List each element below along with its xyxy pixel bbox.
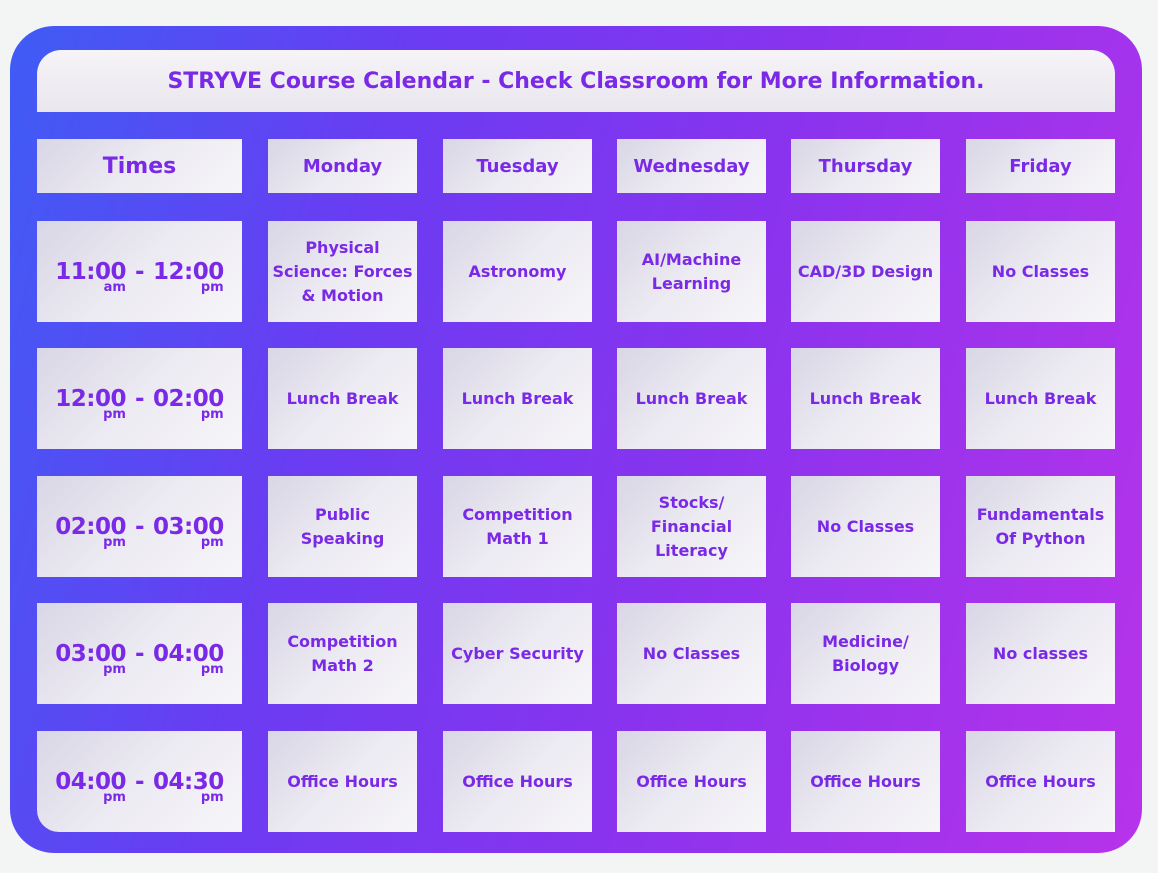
course-cell-tuesday-row-3: Cyber Security [443, 603, 592, 704]
course-cell-tuesday-row-1: Lunch Break [443, 348, 592, 449]
course-cell-tuesday-row-0: Astronomy [443, 221, 592, 322]
course-cell-thursday-row-3: Medicine/ Biology [791, 603, 940, 704]
time-slot-row-0: 11:00 am -12:00 pm [37, 221, 242, 322]
course-cell-friday-row-0: No Classes [966, 221, 1115, 322]
time-end: 12:00 pm [153, 258, 224, 295]
day-header-label: Monday [302, 155, 383, 177]
time-slot-row-1: 12:00 pm -02:00 pm [37, 348, 242, 449]
day-header-wednesday: Wednesday [617, 139, 766, 193]
course-cell-wednesday-row-4: Office Hours [617, 731, 766, 832]
course-cell-monday-row-1: Lunch Break [268, 348, 417, 449]
course-cell-wednesday-row-0: AI/Machine Learning [617, 221, 766, 322]
course-cell-friday-row-1: Lunch Break [966, 348, 1115, 449]
time-end: 04:30 pm [153, 768, 224, 805]
day-header-thursday: Thursday [791, 139, 940, 193]
day-header-label: Friday [1009, 155, 1072, 177]
course-cell-monday-row-0: Physical Science: Forces & Motion [268, 221, 417, 322]
course-cell-monday-row-2: Public Speaking [268, 476, 417, 577]
course-cell-tuesday-row-2: Competition Math 1 [443, 476, 592, 577]
course-cell-friday-row-4: Office Hours [966, 731, 1115, 832]
course-cell-friday-row-2: Fundamentals Of Python [966, 476, 1115, 577]
course-cell-tuesday-row-4: Office Hours [443, 731, 592, 832]
time-start: 03:00 pm [55, 640, 126, 677]
day-header-friday: Friday [966, 139, 1115, 193]
times-header: Times [37, 139, 242, 193]
time-start: 11:00 am [55, 258, 126, 295]
course-cell-wednesday-row-1: Lunch Break [617, 348, 766, 449]
day-header-label: Wednesday [633, 155, 750, 177]
time-start: 04:00 pm [55, 768, 126, 805]
course-cell-monday-row-4: Office Hours [268, 731, 417, 832]
day-header-tuesday: Tuesday [443, 139, 592, 193]
course-cell-thursday-row-4: Office Hours [791, 731, 940, 832]
time-slot-row-3: 03:00 pm -04:00 pm [37, 603, 242, 704]
time-start: 02:00 pm [55, 513, 126, 550]
time-end: 04:00 pm [153, 640, 224, 677]
course-cell-thursday-row-2: No Classes [791, 476, 940, 577]
time-slot-row-2: 02:00 pm -03:00 pm [37, 476, 242, 577]
course-cell-thursday-row-0: CAD/3D Design [791, 221, 940, 322]
time-end: 02:00 pm [153, 385, 224, 422]
course-cell-friday-row-3: No classes [966, 603, 1115, 704]
time-end: 03:00 pm [153, 513, 224, 550]
course-cell-monday-row-3: Competition Math 2 [268, 603, 417, 704]
time-start: 12:00 pm [55, 385, 126, 422]
course-cell-wednesday-row-3: No Classes [617, 603, 766, 704]
calendar-title-bar: STRYVE Course Calendar - Check Classroom… [37, 50, 1115, 112]
times-header-label: Times [102, 153, 177, 179]
day-header-monday: Monday [268, 139, 417, 193]
time-slot-row-4: 04:00 pm -04:30 pm [37, 731, 242, 832]
calendar-title: STRYVE Course Calendar - Check Classroom… [167, 68, 985, 94]
course-cell-thursday-row-1: Lunch Break [791, 348, 940, 449]
day-header-label: Thursday [818, 155, 913, 177]
day-header-label: Tuesday [476, 155, 559, 177]
course-cell-wednesday-row-2: Stocks/ Financial Literacy [617, 476, 766, 577]
